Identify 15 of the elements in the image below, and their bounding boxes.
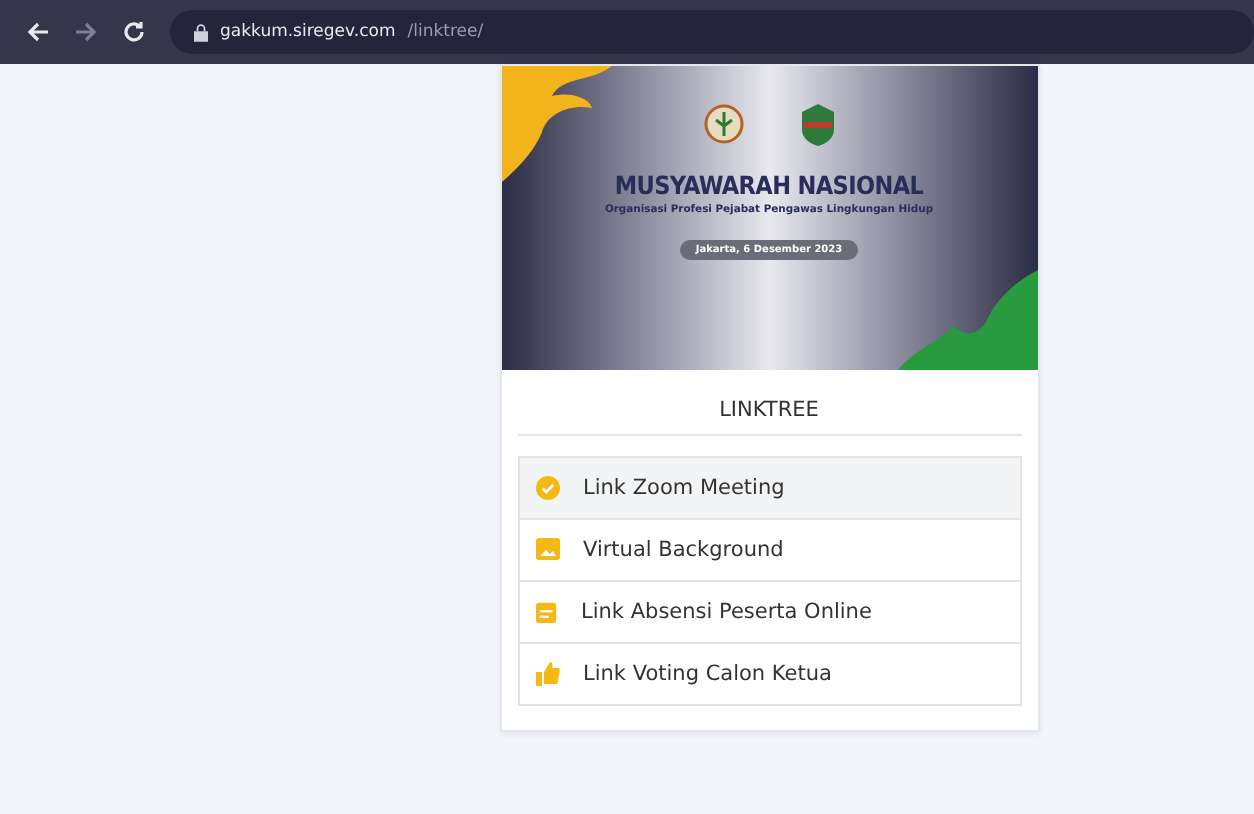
leaf-drawing [897, 270, 1037, 370]
lock-icon [194, 23, 208, 41]
link-item[interactable]: Link Zoom Meeting [519, 458, 1019, 518]
section-heading: LINKTREE [517, 370, 1021, 436]
shield-icon [799, 102, 835, 146]
emblem-icon [703, 104, 743, 144]
forward-icon[interactable] [74, 20, 98, 44]
reload-icon[interactable] [122, 20, 146, 44]
address-bar[interactable]: gakkum.siregev.com /linktree/ [170, 10, 1254, 54]
thumbs-up-icon [535, 662, 559, 686]
back-icon[interactable] [26, 20, 50, 44]
image-icon [535, 538, 559, 562]
calendar-icon [535, 600, 557, 624]
banner-title: MUSYAWARAH NASIONAL [614, 170, 924, 200]
check-circle-icon [535, 476, 559, 500]
